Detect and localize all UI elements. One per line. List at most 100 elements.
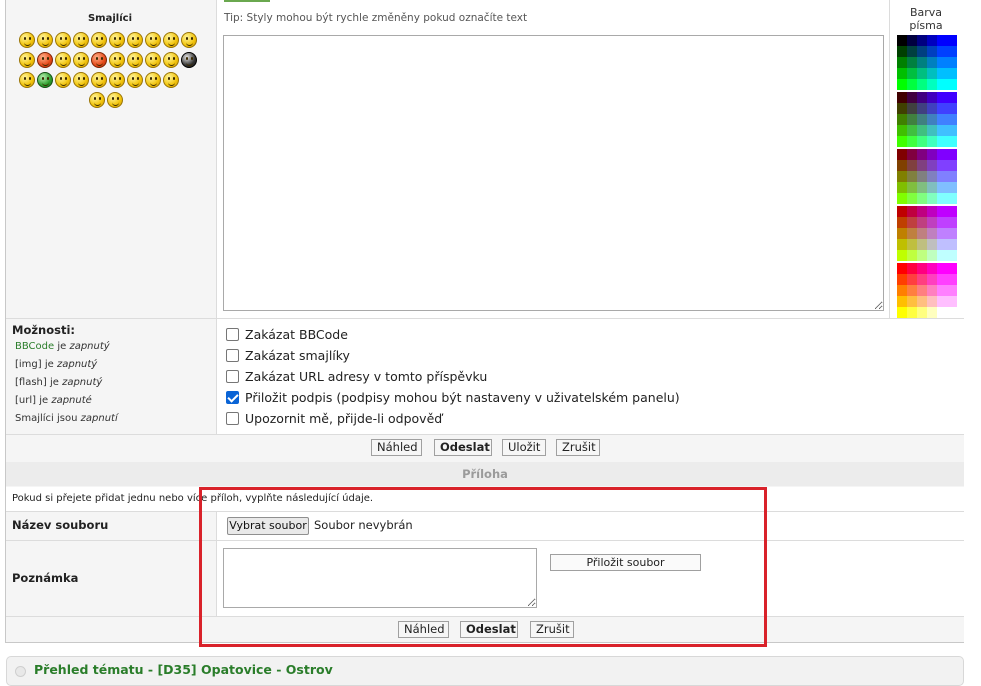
- color-swatch[interactable]: [947, 217, 957, 228]
- color-swatch[interactable]: [907, 228, 917, 239]
- color-swatch[interactable]: [947, 250, 957, 261]
- smiley-icon[interactable]: [37, 72, 53, 88]
- color-swatch[interactable]: [937, 46, 947, 57]
- color-swatch[interactable]: [937, 239, 947, 250]
- color-swatch[interactable]: [897, 136, 907, 147]
- disable-bbcode-checkbox[interactable]: [226, 328, 239, 341]
- color-swatch[interactable]: [927, 296, 937, 307]
- color-swatch[interactable]: [937, 79, 947, 90]
- smiley-icon[interactable]: [37, 32, 53, 48]
- color-swatch[interactable]: [947, 125, 957, 136]
- color-swatch[interactable]: [937, 285, 947, 296]
- color-swatch[interactable]: [917, 46, 927, 57]
- color-swatch[interactable]: [927, 307, 937, 318]
- color-swatch[interactable]: [937, 182, 947, 193]
- color-swatch[interactable]: [897, 160, 907, 171]
- color-swatch[interactable]: [897, 57, 907, 68]
- smiley-icon[interactable]: [145, 52, 161, 68]
- color-swatch[interactable]: [947, 68, 957, 79]
- smiley-icon[interactable]: [73, 72, 89, 88]
- color-swatch[interactable]: [917, 171, 927, 182]
- color-swatch[interactable]: [947, 171, 957, 182]
- color-swatch[interactable]: [927, 125, 937, 136]
- color-swatch[interactable]: [937, 193, 947, 204]
- color-swatch[interactable]: [947, 285, 957, 296]
- smiley-icon[interactable]: [89, 92, 105, 108]
- color-swatch[interactable]: [937, 217, 947, 228]
- smiley-icon[interactable]: [163, 32, 179, 48]
- color-swatch[interactable]: [927, 92, 937, 103]
- color-swatch[interactable]: [927, 114, 937, 125]
- color-swatch[interactable]: [917, 182, 927, 193]
- color-swatch[interactable]: [917, 160, 927, 171]
- smiley-icon[interactable]: [55, 52, 71, 68]
- disable-smilies-checkbox[interactable]: [226, 349, 239, 362]
- smiley-icon[interactable]: [181, 52, 197, 68]
- expand-icon[interactable]: [15, 666, 26, 677]
- color-swatch[interactable]: [927, 103, 937, 114]
- smiley-icon[interactable]: [109, 72, 125, 88]
- smiley-icon[interactable]: [19, 32, 35, 48]
- color-swatch[interactable]: [907, 92, 917, 103]
- color-swatch[interactable]: [897, 250, 907, 261]
- smiley-icon[interactable]: [91, 32, 107, 48]
- color-swatch[interactable]: [927, 239, 937, 250]
- color-swatch[interactable]: [927, 171, 937, 182]
- color-swatch[interactable]: [917, 125, 927, 136]
- color-swatch[interactable]: [927, 206, 937, 217]
- color-swatch[interactable]: [907, 206, 917, 217]
- color-swatch[interactable]: [907, 79, 917, 90]
- color-swatch[interactable]: [937, 136, 947, 147]
- color-swatch[interactable]: [897, 92, 907, 103]
- color-swatch[interactable]: [907, 307, 917, 318]
- message-textarea[interactable]: [223, 35, 884, 311]
- color-swatch[interactable]: [937, 307, 947, 318]
- color-swatch[interactable]: [927, 35, 937, 46]
- color-swatch[interactable]: [917, 206, 927, 217]
- cancel-button[interactable]: Zrušit: [556, 439, 600, 456]
- color-swatch[interactable]: [937, 35, 947, 46]
- color-swatch[interactable]: [907, 125, 917, 136]
- color-swatch[interactable]: [907, 46, 917, 57]
- color-swatch[interactable]: [897, 68, 907, 79]
- color-swatch[interactable]: [917, 68, 927, 79]
- color-swatch[interactable]: [947, 296, 957, 307]
- color-swatch[interactable]: [917, 193, 927, 204]
- color-swatch[interactable]: [917, 136, 927, 147]
- color-swatch[interactable]: [907, 263, 917, 274]
- smiley-icon[interactable]: [55, 32, 71, 48]
- color-swatch[interactable]: [897, 46, 907, 57]
- topic-review-bar[interactable]: Přehled tématu - [D35] Opatovice - Ostro…: [6, 656, 964, 686]
- color-swatch[interactable]: [937, 103, 947, 114]
- color-swatch[interactable]: [907, 182, 917, 193]
- color-swatch[interactable]: [927, 193, 937, 204]
- color-swatch[interactable]: [907, 217, 917, 228]
- color-swatch[interactable]: [947, 35, 957, 46]
- color-swatch[interactable]: [937, 57, 947, 68]
- color-swatch[interactable]: [927, 250, 937, 261]
- color-swatch[interactable]: [917, 57, 927, 68]
- color-swatch[interactable]: [947, 228, 957, 239]
- smiley-icon[interactable]: [37, 52, 53, 68]
- color-swatch[interactable]: [897, 171, 907, 182]
- color-swatch[interactable]: [897, 263, 907, 274]
- color-swatch[interactable]: [897, 274, 907, 285]
- color-swatch[interactable]: [907, 239, 917, 250]
- color-palette[interactable]: [897, 35, 957, 320]
- color-swatch[interactable]: [917, 114, 927, 125]
- color-swatch[interactable]: [917, 35, 927, 46]
- color-swatch[interactable]: [927, 57, 937, 68]
- smiley-icon[interactable]: [181, 32, 197, 48]
- color-swatch[interactable]: [907, 68, 917, 79]
- color-swatch[interactable]: [937, 160, 947, 171]
- color-swatch[interactable]: [947, 239, 957, 250]
- color-swatch[interactable]: [927, 79, 937, 90]
- color-swatch[interactable]: [947, 160, 957, 171]
- smiley-icon[interactable]: [91, 52, 107, 68]
- color-swatch[interactable]: [947, 103, 957, 114]
- smiley-icon[interactable]: [19, 72, 35, 88]
- color-swatch[interactable]: [927, 217, 937, 228]
- smiley-icon[interactable]: [91, 72, 107, 88]
- color-swatch[interactable]: [947, 307, 957, 318]
- color-swatch[interactable]: [927, 46, 937, 57]
